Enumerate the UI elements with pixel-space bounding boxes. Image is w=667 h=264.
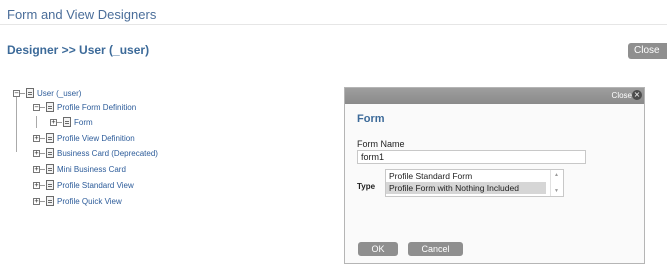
tree-node-form[interactable]: + Form xyxy=(50,116,93,128)
expand-icon[interactable]: + xyxy=(33,134,40,142)
document-icon xyxy=(46,164,54,174)
tree-branch xyxy=(57,121,62,123)
title-divider xyxy=(0,24,667,25)
tree-node-mini-business-card[interactable]: + Mini Business Card xyxy=(33,163,126,175)
tree-node-profile-quick-view[interactable]: + Profile Quick View xyxy=(33,195,122,207)
type-option-selected[interactable]: Profile Form with Nothing Included xyxy=(386,182,546,194)
scroll-down-icon[interactable]: ▼ xyxy=(554,188,559,194)
close-icon[interactable]: × xyxy=(632,90,642,100)
tree-node-profile-view-definition[interactable]: + Profile View Definition xyxy=(33,132,135,144)
designer-heading: Designer >> User (_user) xyxy=(7,43,150,57)
expand-icon[interactable]: + xyxy=(50,118,57,126)
document-icon xyxy=(46,180,54,190)
tree-node-profile-standard-view[interactable]: + Profile Standard View xyxy=(33,179,134,191)
document-icon xyxy=(46,148,54,158)
tree-node-business-card[interactable]: + Business Card (Deprecated) xyxy=(33,147,158,159)
scroll-up-icon[interactable]: ▲ xyxy=(554,172,559,178)
document-icon xyxy=(46,133,54,143)
tree-node-profile-form-definition[interactable]: − Profile Form Definition xyxy=(33,101,136,113)
tree-node-label[interactable]: User (_user) xyxy=(37,89,81,98)
tree-connector xyxy=(36,116,37,128)
dialog-heading: Form xyxy=(357,113,385,125)
form-name-input[interactable] xyxy=(357,150,586,164)
tree-branch xyxy=(40,106,45,108)
collapse-icon[interactable]: − xyxy=(13,89,20,97)
tree-node-label[interactable]: Profile View Definition xyxy=(57,134,135,143)
tree-node-label[interactable]: Mini Business Card xyxy=(57,165,126,174)
form-dialog: Close × Form Form Name Type Profile Stan… xyxy=(344,87,645,264)
tree-node-label[interactable]: Profile Form Definition xyxy=(57,103,136,112)
ok-button[interactable]: OK xyxy=(358,242,398,256)
type-listbox[interactable]: Profile Standard Form Profile Form with … xyxy=(385,169,564,197)
page-title: Form and View Designers xyxy=(7,7,157,22)
expand-icon[interactable]: + xyxy=(33,165,40,173)
tree-node-user[interactable]: − User (_user) xyxy=(13,87,81,99)
expand-icon[interactable]: + xyxy=(33,181,40,189)
tree-connector xyxy=(16,96,17,152)
tree-branch xyxy=(40,152,45,154)
type-label: Type xyxy=(357,182,376,191)
document-icon xyxy=(63,117,71,127)
expand-icon[interactable]: + xyxy=(33,197,40,205)
tree-node-label[interactable]: Form xyxy=(74,118,93,127)
dialog-titlebar[interactable]: Close × xyxy=(345,88,644,104)
collapse-icon[interactable]: − xyxy=(33,103,40,111)
tree-branch xyxy=(40,184,45,186)
document-icon xyxy=(26,88,34,98)
tree-node-label[interactable]: Profile Standard View xyxy=(57,181,134,190)
expand-icon[interactable]: + xyxy=(33,149,40,157)
dialog-close-label[interactable]: Close xyxy=(612,91,632,100)
tree-node-label[interactable]: Business Card (Deprecated) xyxy=(57,149,158,158)
cancel-button[interactable]: Cancel xyxy=(408,242,463,256)
listbox-scrollbar[interactable]: ▲ ▼ xyxy=(550,170,563,196)
tree-node-label[interactable]: Profile Quick View xyxy=(57,197,122,206)
tree-branch xyxy=(40,200,45,202)
close-button[interactable]: Close xyxy=(628,43,667,59)
tree-branch xyxy=(20,92,25,94)
form-name-label: Form Name xyxy=(357,139,405,149)
document-icon xyxy=(46,102,54,112)
document-icon xyxy=(46,196,54,206)
tree-branch xyxy=(40,137,45,139)
tree-branch xyxy=(40,168,45,170)
type-option[interactable]: Profile Standard Form xyxy=(386,170,546,182)
